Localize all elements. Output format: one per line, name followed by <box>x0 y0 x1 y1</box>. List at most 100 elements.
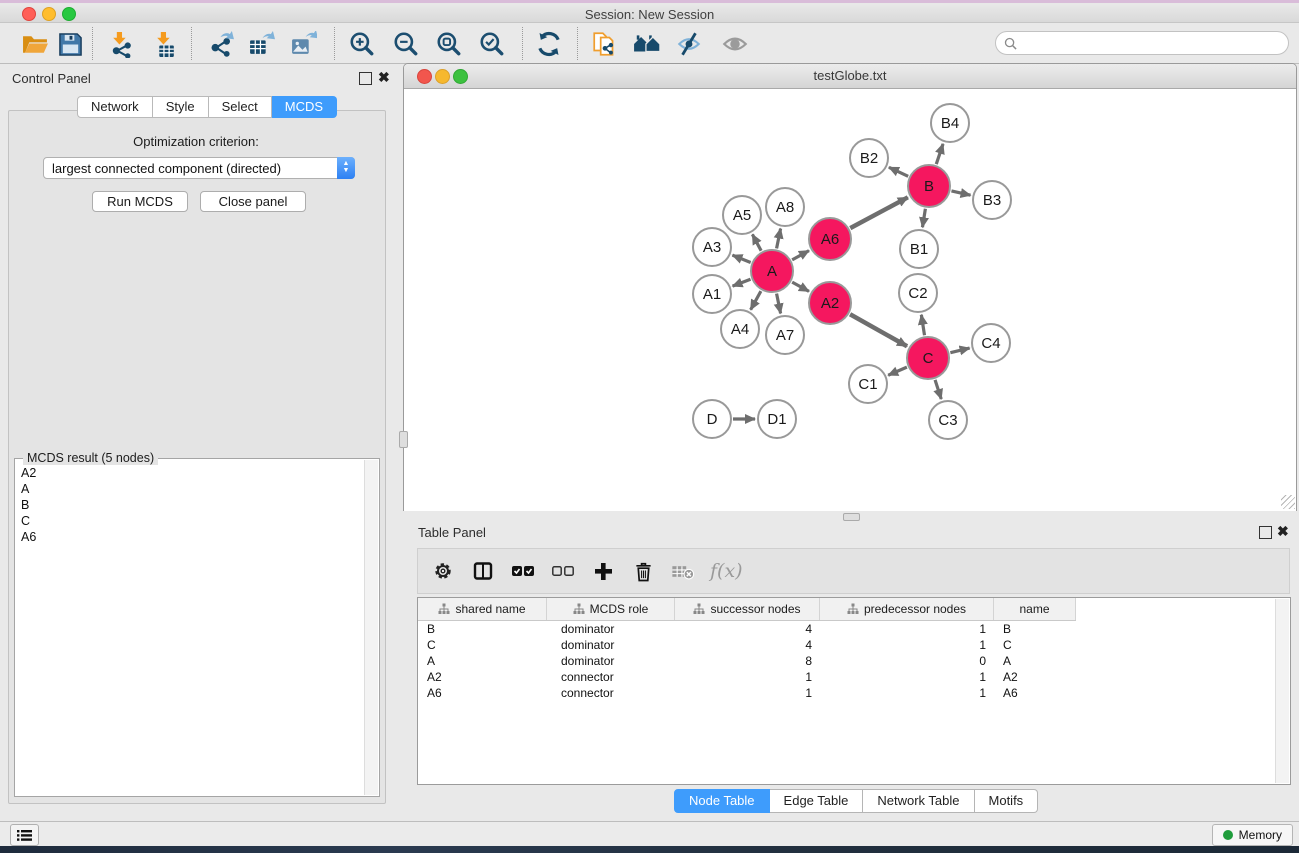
control-panel-close-icon[interactable]: ✖ <box>378 72 390 83</box>
cell-MCDS-role[interactable]: connector <box>547 686 675 700</box>
graph-edge-A-A2[interactable] <box>792 282 809 291</box>
table-scrollbar[interactable] <box>1275 599 1289 783</box>
tab-select[interactable]: Select <box>209 96 272 118</box>
tab-network-table[interactable]: Network Table <box>863 789 974 813</box>
tab-node-table[interactable]: Node Table <box>674 789 770 813</box>
export-table-icon[interactable] <box>246 29 276 59</box>
graph-edge-A-A4[interactable] <box>751 291 761 310</box>
graph-edge-C-C4[interactable] <box>950 348 969 353</box>
graph-edge-A-A6[interactable] <box>792 251 809 260</box>
table-row[interactable]: Adominator80A <box>418 653 1289 669</box>
table-row[interactable]: A2connector11A2 <box>418 669 1289 685</box>
graph-edge-A-A5[interactable] <box>752 234 761 250</box>
export-image-icon[interactable] <box>288 29 318 59</box>
cell-MCDS-role[interactable]: connector <box>547 670 675 684</box>
mcds-result-item[interactable]: A2 <box>16 465 362 481</box>
delete-table-icon[interactable] <box>670 558 696 584</box>
column-header-predecessor-nodes[interactable]: predecessor nodes <box>820 598 994 620</box>
network-window-titlebar[interactable]: testGlobe.txt <box>404 64 1296 89</box>
graph-edge-C-C1[interactable] <box>888 367 907 375</box>
cell-name[interactable]: A2 <box>994 670 1076 684</box>
eye-icon[interactable] <box>720 29 750 59</box>
close-panel-button[interactable]: Close panel <box>200 191 306 212</box>
cell-shared-name[interactable]: A <box>418 654 547 668</box>
zoom-out-icon[interactable] <box>391 29 421 59</box>
graph-edge-B-B2[interactable] <box>889 167 908 176</box>
graph-edge-C-C2[interactable] <box>921 315 924 336</box>
cell-name[interactable]: C <box>994 638 1076 652</box>
table-row[interactable]: A6connector11A6 <box>418 685 1289 701</box>
tab-style[interactable]: Style <box>153 96 209 118</box>
window-titlebar[interactable]: Session: New Session <box>0 3 1299 23</box>
duplicate-network-icon[interactable] <box>590 29 620 59</box>
zoom-selected-icon[interactable] <box>477 29 507 59</box>
add-column-icon[interactable] <box>590 558 616 584</box>
cell-shared-name[interactable]: A2 <box>418 670 547 684</box>
tab-edge-table[interactable]: Edge Table <box>770 789 864 813</box>
select-all-icon[interactable] <box>510 558 536 584</box>
hide-details-icon[interactable] <box>674 29 704 59</box>
graph-edge-A-A8[interactable] <box>777 229 781 249</box>
cell-shared-name[interactable]: A6 <box>418 686 547 700</box>
column-header-MCDS-role[interactable]: MCDS role <box>547 598 675 620</box>
export-network-icon[interactable] <box>206 29 236 59</box>
cell-MCDS-role[interactable]: dominator <box>547 622 675 636</box>
cell-successor-nodes[interactable]: 1 <box>675 686 820 700</box>
mcds-result-item[interactable]: A <box>16 481 362 497</box>
dropdown-stepper-icon[interactable]: ▲▼ <box>337 157 355 179</box>
cell-shared-name[interactable]: C <box>418 638 547 652</box>
cell-predecessor-nodes[interactable]: 0 <box>820 654 994 668</box>
deselect-all-icon[interactable] <box>550 558 576 584</box>
network-graph[interactable]: AA1A2A3A4A5A6A7A8BB1B2B3B4CC1C2C3C4DD1 <box>404 89 1296 511</box>
cell-MCDS-role[interactable]: dominator <box>547 638 675 652</box>
tab-motifs[interactable]: Motifs <box>975 789 1039 813</box>
table-panel-close-icon[interactable]: ✖ <box>1277 526 1289 537</box>
refresh-icon[interactable] <box>534 29 564 59</box>
splitter-grip-vertical[interactable] <box>399 431 408 448</box>
task-history-button[interactable] <box>10 824 39 846</box>
cell-predecessor-nodes[interactable]: 1 <box>820 622 994 636</box>
table-row[interactable]: Cdominator41C <box>418 637 1289 653</box>
memory-button[interactable]: Memory <box>1212 824 1293 846</box>
graph-edge-C-C3[interactable] <box>935 380 941 399</box>
zoom-fit-icon[interactable] <box>434 29 464 59</box>
import-table-icon[interactable] <box>150 29 180 59</box>
cell-shared-name[interactable]: B <box>418 622 547 636</box>
cell-predecessor-nodes[interactable]: 1 <box>820 638 994 652</box>
graph-edge-B-B1[interactable] <box>922 209 925 228</box>
cell-successor-nodes[interactable]: 1 <box>675 670 820 684</box>
network-canvas[interactable]: AA1A2A3A4A5A6A7A8BB1B2B3B4CC1C2C3C4DD1 <box>404 89 1296 511</box>
import-network-icon[interactable] <box>106 29 136 59</box>
graph-edge-A-A3[interactable] <box>732 255 750 262</box>
column-header-name[interactable]: name <box>994 598 1076 620</box>
cell-successor-nodes[interactable]: 4 <box>675 638 820 652</box>
show-columns-icon[interactable] <box>470 558 496 584</box>
control-panel-float-icon[interactable] <box>359 72 372 85</box>
home-icon[interactable] <box>632 29 662 59</box>
cell-predecessor-nodes[interactable]: 1 <box>820 670 994 684</box>
column-header-successor-nodes[interactable]: successor nodes <box>675 598 820 620</box>
apply-function-icon[interactable]: f(x) <box>710 560 743 582</box>
graph-edge-B-B4[interactable] <box>936 144 943 164</box>
window-resize-grip[interactable] <box>1281 495 1295 509</box>
tab-mcds[interactable]: MCDS <box>272 96 337 118</box>
splitter-grip-horizontal[interactable] <box>843 513 860 521</box>
table-panel-float-icon[interactable] <box>1259 526 1272 539</box>
graph-edge-A6-B[interactable] <box>850 197 908 228</box>
cell-MCDS-role[interactable]: dominator <box>547 654 675 668</box>
cell-successor-nodes[interactable]: 4 <box>675 622 820 636</box>
cell-name[interactable]: B <box>994 622 1076 636</box>
table-row[interactable]: Bdominator41B <box>418 621 1289 637</box>
mcds-result-scrollbar[interactable] <box>364 460 378 795</box>
search-field[interactable] <box>995 31 1289 55</box>
tab-network[interactable]: Network <box>77 96 153 118</box>
open-file-icon[interactable] <box>20 29 50 59</box>
mcds-result-item[interactable]: B <box>16 497 362 513</box>
mcds-result-item[interactable]: C <box>16 513 362 529</box>
column-header-shared-name[interactable]: shared name <box>418 598 547 620</box>
cell-name[interactable]: A6 <box>994 686 1076 700</box>
save-session-icon[interactable] <box>55 29 85 59</box>
mcds-result-item[interactable]: A6 <box>16 529 362 545</box>
graph-edge-A-A7[interactable] <box>777 294 781 314</box>
cell-name[interactable]: A <box>994 654 1076 668</box>
